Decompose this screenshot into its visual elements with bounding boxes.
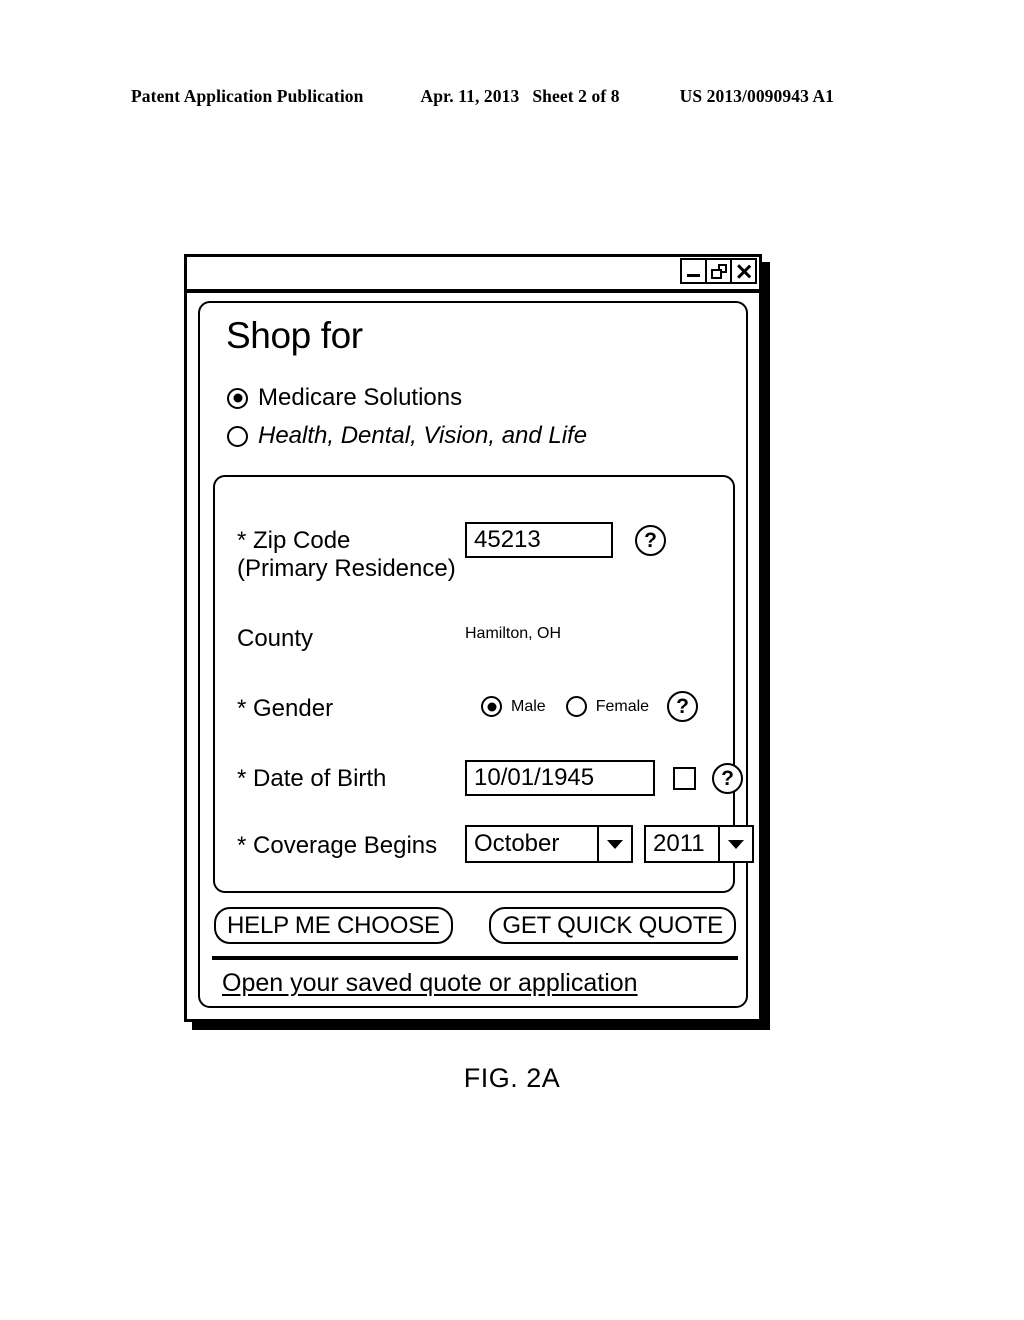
gender-label: * Gender (237, 695, 334, 722)
footer-divider (212, 956, 738, 960)
gender-control: Male Female ? (481, 691, 699, 722)
county-control: Hamilton, OH (465, 625, 561, 643)
radio-option-medicare-solutions[interactable]: Medicare Solutions (227, 379, 697, 417)
action-button-row: HELP ME CHOOSE GET QUICK QUOTE (214, 907, 736, 944)
radio-label-male: Male (511, 697, 546, 715)
radio-icon-selected[interactable] (227, 387, 248, 409)
chevron-down-icon-year[interactable] (718, 827, 752, 861)
coverage-year-value: 2011 (653, 830, 705, 857)
calendar-checkbox[interactable] (673, 766, 696, 790)
application-window: Shop for Medicare Solutions Health, Dent… (184, 254, 762, 1022)
coverage-year-select[interactable]: 2011 (644, 825, 754, 863)
date-of-birth-input[interactable]: 10/01/1945 (465, 760, 655, 796)
restore-button[interactable] (705, 258, 732, 284)
coverage-begins-label: * Coverage Begins (237, 832, 438, 859)
minimize-icon (687, 274, 700, 277)
coverage-month-select[interactable]: October (465, 825, 633, 863)
county-value: Hamilton, OH (465, 625, 562, 642)
minimize-button[interactable] (680, 258, 707, 284)
publication-label: Patent Application Publication (131, 86, 364, 106)
window-titlebar (187, 257, 759, 293)
chevron-down-icon-month[interactable] (597, 827, 631, 861)
coverage-month-value: October (474, 830, 560, 857)
date-of-birth-label: * Date of Birth (237, 765, 387, 792)
document-number: US 2013/0090943 A1 (679, 86, 835, 106)
close-button[interactable] (730, 258, 757, 284)
help-icon-date-of-birth[interactable]: ? (712, 762, 743, 794)
figure-caption: FIG. 2A (463, 1063, 561, 1093)
radio-option-health-dental-vision-life[interactable]: Health, Dental, Vision, and Life (227, 417, 697, 455)
help-icon-zip-code[interactable]: ? (635, 524, 666, 556)
close-icon (735, 263, 752, 280)
sheet-number: Sheet 2 of 8 (532, 86, 620, 106)
patent-page-header: Patent Application Publication Apr. 11, … (131, 86, 893, 107)
radio-label-health-dental-vision-life: Health, Dental, Vision, and Life (258, 422, 588, 449)
publication-date: Apr. 11, 2013 (420, 86, 520, 106)
window-controls (680, 258, 757, 284)
zip-code-control: 45213 ? (465, 522, 666, 558)
restore-icon (710, 263, 727, 279)
zip-code-input[interactable]: 45213 (465, 522, 613, 558)
help-me-choose-button[interactable]: HELP ME CHOOSE (214, 907, 453, 944)
zip-code-label: * Zip Code (Primary Residence) (237, 527, 456, 583)
shop-for-radio-group: Medicare Solutions Health, Dental, Visio… (227, 379, 697, 455)
radio-icon-female[interactable] (565, 696, 587, 717)
open-saved-quote-link[interactable]: Open your saved quote or application (222, 969, 638, 998)
radio-label-medicare-solutions: Medicare Solutions (258, 384, 463, 411)
get-quick-quote-button[interactable]: GET QUICK QUOTE (489, 907, 736, 944)
page-title: Shop for (226, 315, 363, 356)
date-of-birth-control: 10/01/1945 ? (465, 760, 743, 796)
coverage-begins-control: October 2011 (465, 825, 754, 863)
shop-panel: Shop for Medicare Solutions Health, Dent… (198, 301, 754, 1008)
quote-form-panel: * Zip Code (Primary Residence) 45213 ? C… (213, 475, 754, 893)
help-icon-gender[interactable]: ? (667, 691, 699, 722)
radio-icon-unselected[interactable] (227, 425, 248, 447)
county-label: County (237, 625, 314, 652)
radio-label-female: Female (595, 697, 650, 715)
radio-icon-male[interactable] (481, 696, 502, 717)
